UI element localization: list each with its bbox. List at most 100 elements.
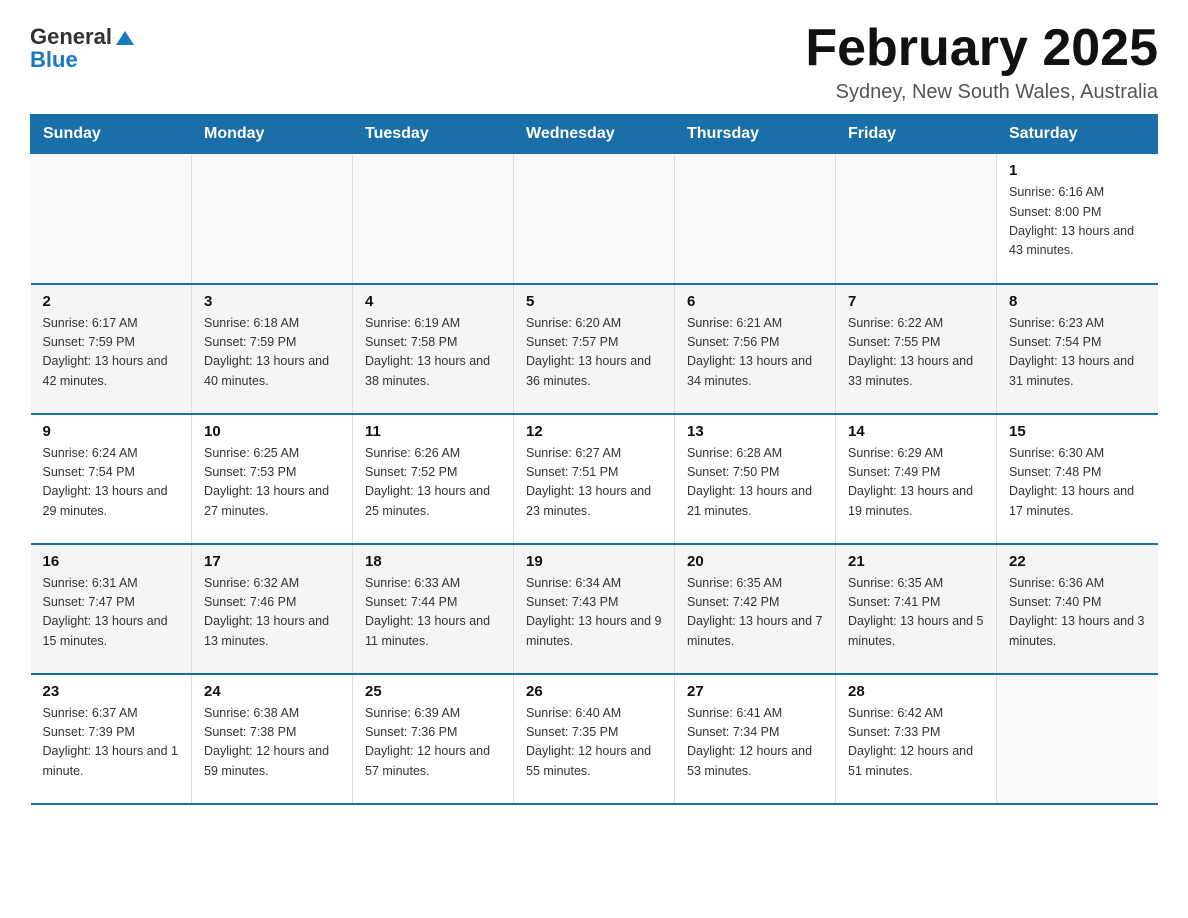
day-info: Sunrise: 6:36 AM Sunset: 7:40 PM Dayligh… [1009,574,1146,652]
day-info: Sunrise: 6:27 AM Sunset: 7:51 PM Dayligh… [526,444,662,522]
day-cell: 18 Sunrise: 6:33 AM Sunset: 7:44 PM Dayli… [353,544,514,674]
day-cell: 9 Sunrise: 6:24 AM Sunset: 7:54 PM Daylig… [31,414,192,544]
day-number: 23 [43,683,180,700]
day-number: 13 [687,423,823,440]
day-number: 24 [204,683,340,700]
day-cell: 22 Sunrise: 6:36 AM Sunset: 7:40 PM Dayli… [997,544,1158,674]
day-cell [31,154,192,284]
day-info: Sunrise: 6:34 AM Sunset: 7:43 PM Dayligh… [526,574,662,652]
week-row-5: 23 Sunrise: 6:37 AM Sunset: 7:39 PM Dayli… [31,674,1158,804]
day-number: 2 [43,293,180,310]
day-number: 19 [526,553,662,570]
col-header-thursday: Thursday [675,115,836,154]
day-info: Sunrise: 6:37 AM Sunset: 7:39 PM Dayligh… [43,704,180,782]
page-title: February 2025 [805,20,1158,77]
week-row-3: 9 Sunrise: 6:24 AM Sunset: 7:54 PM Daylig… [31,414,1158,544]
col-header-monday: Monday [192,115,353,154]
day-info: Sunrise: 6:40 AM Sunset: 7:35 PM Dayligh… [526,704,662,782]
week-row-2: 2 Sunrise: 6:17 AM Sunset: 7:59 PM Daylig… [31,284,1158,414]
day-number: 25 [365,683,501,700]
day-cell [836,154,997,284]
day-info: Sunrise: 6:41 AM Sunset: 7:34 PM Dayligh… [687,704,823,782]
day-cell: 27 Sunrise: 6:41 AM Sunset: 7:34 PM Dayli… [675,674,836,804]
title-block: February 2025 Sydney, New South Wales, A… [805,20,1158,104]
day-cell: 2 Sunrise: 6:17 AM Sunset: 7:59 PM Daylig… [31,284,192,414]
day-info: Sunrise: 6:28 AM Sunset: 7:50 PM Dayligh… [687,444,823,522]
day-info: Sunrise: 6:20 AM Sunset: 7:57 PM Dayligh… [526,314,662,392]
day-number: 17 [204,553,340,570]
col-header-tuesday: Tuesday [353,115,514,154]
day-info: Sunrise: 6:23 AM Sunset: 7:54 PM Dayligh… [1009,314,1146,392]
day-info: Sunrise: 6:35 AM Sunset: 7:42 PM Dayligh… [687,574,823,652]
week-row-4: 16 Sunrise: 6:31 AM Sunset: 7:47 PM Dayli… [31,544,1158,674]
logo-triangle-icon [114,27,136,49]
day-cell: 8 Sunrise: 6:23 AM Sunset: 7:54 PM Daylig… [997,284,1158,414]
day-cell: 6 Sunrise: 6:21 AM Sunset: 7:56 PM Daylig… [675,284,836,414]
day-number: 4 [365,293,501,310]
day-cell: 16 Sunrise: 6:31 AM Sunset: 7:47 PM Dayli… [31,544,192,674]
day-number: 20 [687,553,823,570]
day-cell: 10Sunrise: 6:25 AM Sunset: 7:53 PM Dayli… [192,414,353,544]
day-number: 9 [43,423,180,440]
day-number: 8 [1009,293,1146,310]
day-number: 18 [365,553,501,570]
day-info: Sunrise: 6:24 AM Sunset: 7:54 PM Dayligh… [43,444,180,522]
day-info: Sunrise: 6:29 AM Sunset: 7:49 PM Dayligh… [848,444,984,522]
day-info: Sunrise: 6:17 AM Sunset: 7:59 PM Dayligh… [43,314,180,392]
day-cell [997,674,1158,804]
logo: General Blue [30,20,136,71]
day-cell: 25 Sunrise: 6:39 AM Sunset: 7:36 PM Dayli… [353,674,514,804]
day-cell: 26 Sunrise: 6:40 AM Sunset: 7:35 PM Dayli… [514,674,675,804]
day-cell: 17 Sunrise: 6:32 AM Sunset: 7:46 PM Dayli… [192,544,353,674]
day-number: 22 [1009,553,1146,570]
day-cell: 15Sunrise: 6:30 AM Sunset: 7:48 PM Dayli… [997,414,1158,544]
day-info: Sunrise: 6:39 AM Sunset: 7:36 PM Dayligh… [365,704,501,782]
day-number: 5 [526,293,662,310]
day-number: 6 [687,293,823,310]
day-info: Sunrise: 6:16 AM Sunset: 8:00 PM Dayligh… [1009,183,1146,261]
day-number: 10 [204,423,340,440]
day-cell [514,154,675,284]
col-header-friday: Friday [836,115,997,154]
day-info: Sunrise: 6:18 AM Sunset: 7:59 PM Dayligh… [204,314,340,392]
day-cell [675,154,836,284]
day-cell: 11Sunrise: 6:26 AM Sunset: 7:52 PM Dayli… [353,414,514,544]
day-info: Sunrise: 6:42 AM Sunset: 7:33 PM Dayligh… [848,704,984,782]
day-info: Sunrise: 6:35 AM Sunset: 7:41 PM Dayligh… [848,574,984,652]
day-cell [353,154,514,284]
day-cell: 14 Sunrise: 6:29 AM Sunset: 7:49 PM Dayli… [836,414,997,544]
logo-blue-text: Blue [30,49,78,71]
day-number: 15 [1009,423,1146,440]
day-number: 12 [526,423,662,440]
day-number: 3 [204,293,340,310]
col-header-sunday: Sunday [31,115,192,154]
week-row-1: 1 Sunrise: 6:16 AM Sunset: 8:00 PM Daylig… [31,154,1158,284]
day-cell: 1 Sunrise: 6:16 AM Sunset: 8:00 PM Daylig… [997,154,1158,284]
day-cell: 20 Sunrise: 6:35 AM Sunset: 7:42 PM Dayli… [675,544,836,674]
day-cell [192,154,353,284]
day-cell: 7 Sunrise: 6:22 AM Sunset: 7:55 PM Daylig… [836,284,997,414]
page-header: General Blue February 2025 Sydney, New S… [30,20,1158,104]
day-number: 16 [43,553,180,570]
day-cell: 21Sunrise: 6:35 AM Sunset: 7:41 PM Dayli… [836,544,997,674]
day-number: 14 [848,423,984,440]
day-info: Sunrise: 6:33 AM Sunset: 7:44 PM Dayligh… [365,574,501,652]
day-info: Sunrise: 6:32 AM Sunset: 7:46 PM Dayligh… [204,574,340,652]
day-cell: 12 Sunrise: 6:27 AM Sunset: 7:51 PM Dayli… [514,414,675,544]
header-row: SundayMondayTuesdayWednesdayThursdayFrid… [31,115,1158,154]
day-cell: 5 Sunrise: 6:20 AM Sunset: 7:57 PM Daylig… [514,284,675,414]
subtitle: Sydney, New South Wales, Australia [805,81,1158,104]
day-info: Sunrise: 6:21 AM Sunset: 7:56 PM Dayligh… [687,314,823,392]
day-info: Sunrise: 6:26 AM Sunset: 7:52 PM Dayligh… [365,444,501,522]
day-number: 7 [848,293,984,310]
day-cell: 23 Sunrise: 6:37 AM Sunset: 7:39 PM Dayli… [31,674,192,804]
day-number: 26 [526,683,662,700]
day-info: Sunrise: 6:22 AM Sunset: 7:55 PM Dayligh… [848,314,984,392]
day-info: Sunrise: 6:31 AM Sunset: 7:47 PM Dayligh… [43,574,180,652]
day-number: 1 [1009,162,1146,179]
calendar-table: SundayMondayTuesdayWednesdayThursdayFrid… [30,114,1158,805]
logo-general-text: General [30,26,112,48]
day-cell: 28 Sunrise: 6:42 AM Sunset: 7:33 PM Dayli… [836,674,997,804]
day-number: 28 [848,683,984,700]
day-number: 27 [687,683,823,700]
